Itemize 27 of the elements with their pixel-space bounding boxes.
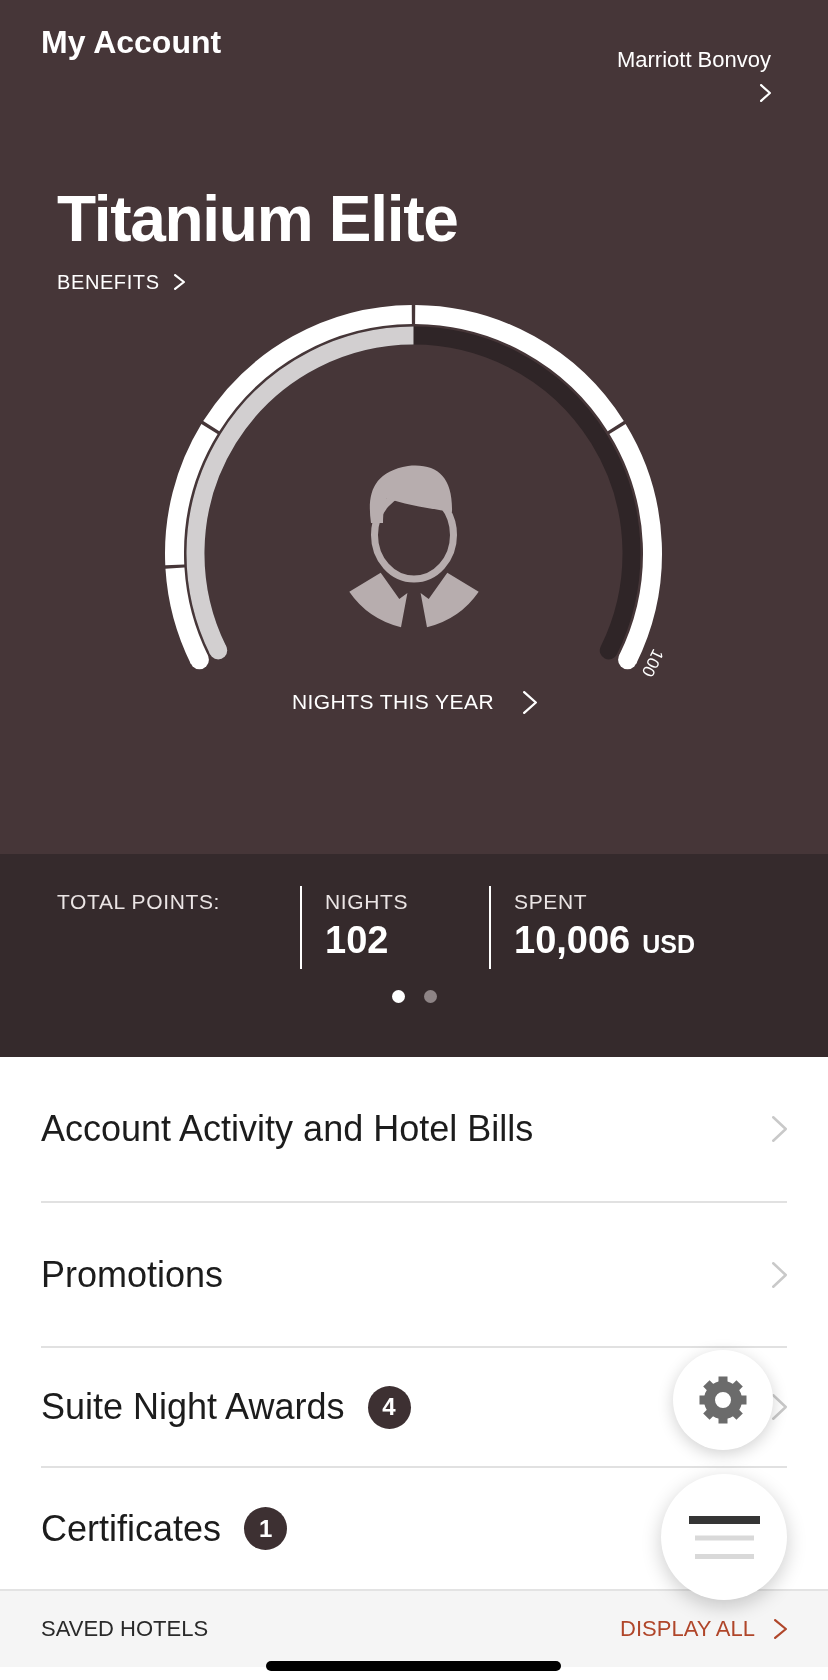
menu-icon (688, 1515, 760, 1559)
stat-label: NIGHTS (325, 890, 410, 914)
chevron-right-icon[interactable] (760, 84, 771, 102)
gauge-max-label: 100 (637, 646, 668, 680)
menu-row[interactable]: Account Activity and Hotel Bills (41, 1057, 787, 1203)
chevron-right-icon (523, 690, 537, 714)
tier-title: Titanium Elite (57, 187, 458, 251)
program-name: Marriott Bonvoy (616, 48, 771, 72)
person-avatar-icon (349, 465, 479, 628)
menu-row[interactable]: Certificates 1 (41, 1468, 787, 1589)
stat-label: SPENT (514, 890, 589, 914)
chevron-right-icon (774, 1619, 787, 1639)
count-badge: 4 (367, 1385, 411, 1429)
display-all-link[interactable]: DISPLAY ALL (620, 1616, 787, 1642)
stat-value: 10,006 (514, 918, 631, 962)
stat-value: 102 (325, 918, 389, 962)
section-label: SAVED HOTELS (41, 1616, 209, 1642)
benefits-link[interactable]: BENEFITS (57, 270, 185, 294)
nights-this-year-link[interactable]: NIGHTS THIS YEAR (292, 690, 537, 714)
menu-row[interactable]: Promotions (41, 1203, 787, 1348)
settings-icon (699, 1376, 747, 1424)
stat-unit: USD (642, 929, 696, 959)
page-title: My Account (41, 26, 222, 58)
stat-label: TOTAL POINTS: (57, 890, 221, 914)
settings-button[interactable] (673, 1350, 773, 1450)
chevron-right-icon (173, 274, 185, 290)
count-badge: 1 (244, 1507, 288, 1550)
